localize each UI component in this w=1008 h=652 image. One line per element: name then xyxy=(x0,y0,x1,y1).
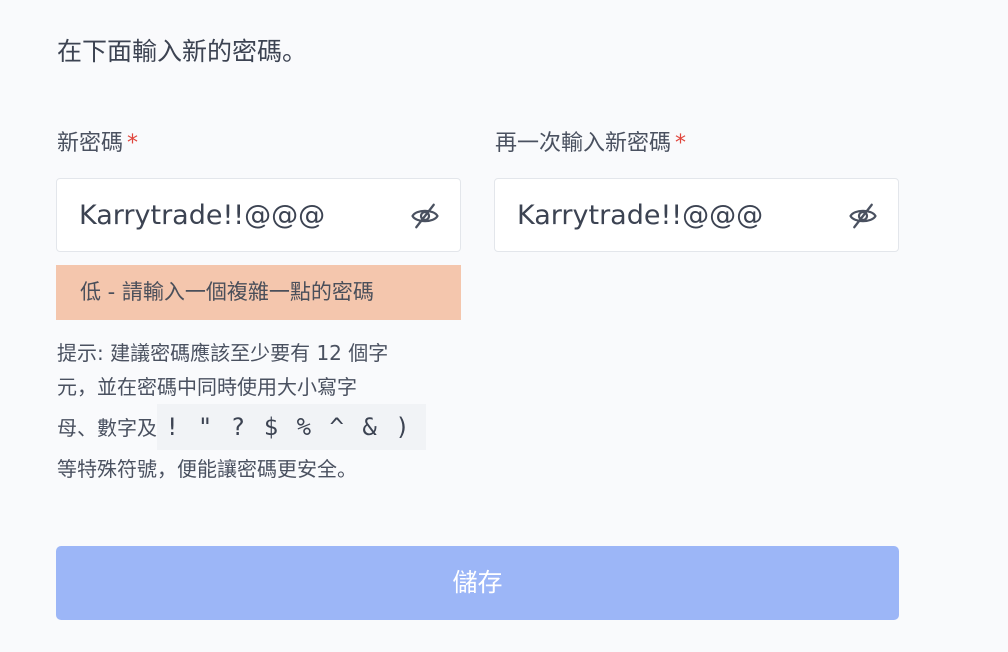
new-password-label-text: 新密碼 xyxy=(57,131,124,156)
confirm-password-field xyxy=(494,178,899,252)
hint-line: 提示: 建議密碼應該至少要有 12 個字 xyxy=(57,341,389,365)
new-password-field xyxy=(56,178,461,252)
password-hint: 提示: 建議密碼應該至少要有 12 個字 元，並在密碼中同時使用大小寫字 母、數… xyxy=(57,336,457,486)
hint-line: 母、數字及! " ? $ % ^ & ) xyxy=(57,404,457,452)
hint-text: 母、數字及 xyxy=(57,416,157,440)
special-symbols-code: ! " ? $ % ^ & ) xyxy=(157,404,426,450)
hint-line: 等特殊符號，便能讓密碼更安全。 xyxy=(57,457,357,481)
confirm-password-label-text: 再一次輸入新密碼 xyxy=(495,131,672,156)
hint-line: 元，並在密碼中同時使用大小寫字 xyxy=(57,375,357,399)
required-mark: * xyxy=(675,131,687,156)
new-password-input[interactable] xyxy=(79,179,379,251)
eye-off-icon[interactable] xyxy=(410,201,440,231)
eye-off-icon[interactable] xyxy=(848,201,878,231)
password-strength-indicator: 低 - 請輸入一個複雜一點的密碼 xyxy=(56,265,461,320)
confirm-password-label: 再一次輸入新密碼 * xyxy=(495,128,686,160)
save-button[interactable]: 儲存 xyxy=(56,546,899,620)
page-intro: 在下面輸入新的密碼。 xyxy=(57,37,308,66)
new-password-label: 新密碼 * xyxy=(57,128,138,160)
confirm-password-input[interactable] xyxy=(517,179,817,251)
required-mark: * xyxy=(127,131,139,156)
